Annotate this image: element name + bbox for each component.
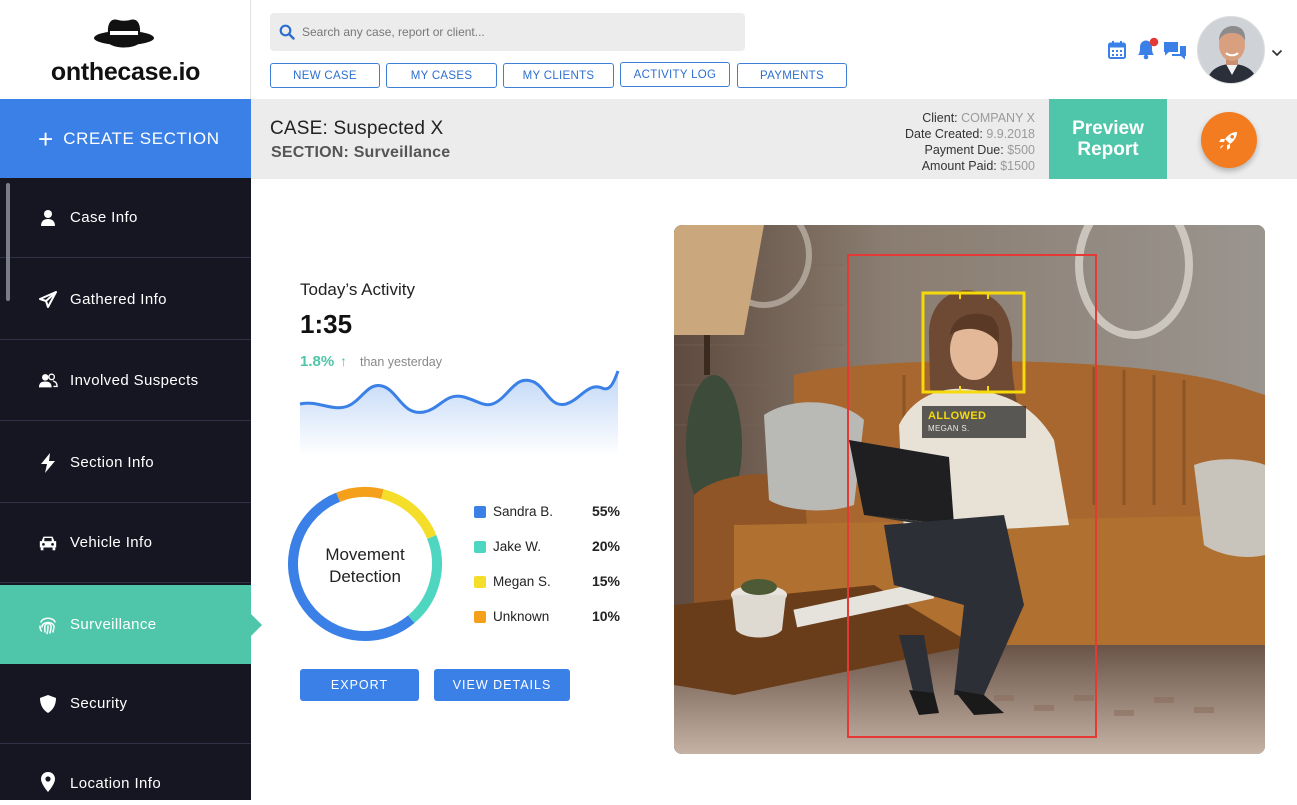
search-bar[interactable]	[270, 13, 745, 51]
sidebar-scrollbar[interactable]	[6, 183, 10, 301]
search-input[interactable]	[302, 21, 722, 43]
activity-title: Today’s Activity	[300, 280, 415, 299]
my-clients-button[interactable]: MY CLIENTS	[503, 63, 614, 88]
detection-status: ALLOWED	[928, 410, 987, 422]
sidebar-item-security[interactable]: Security	[0, 664, 251, 744]
view-details-button[interactable]: VIEW DETAILS	[434, 669, 570, 701]
legend-item: Jake W. 20%	[474, 537, 624, 557]
legend-swatch	[474, 506, 486, 518]
paper-plane-icon	[38, 290, 58, 310]
section-title: SECTION: Surveillance	[271, 144, 451, 161]
create-section-button[interactable]: + CREATE SECTION	[0, 99, 251, 178]
car-icon	[38, 533, 58, 553]
fingerprint-icon	[38, 615, 58, 635]
new-case-button[interactable]: NEW CASE	[270, 63, 380, 88]
detective-hat-icon	[94, 19, 154, 48]
case-meta: Client: COMPANY X Date Created: 9.9.2018…	[905, 110, 1035, 174]
legend-item: Sandra B. 55%	[474, 502, 624, 522]
meta-date-created: Date Created: 9.9.2018	[905, 127, 1035, 141]
donut-segment-unknown	[336, 487, 384, 502]
meta-amount-paid: Amount Paid: $1500	[921, 159, 1035, 173]
export-button[interactable]: EXPORT	[300, 669, 419, 701]
profile-photo	[1198, 17, 1264, 83]
launch-button[interactable]	[1201, 112, 1257, 168]
sidebar-item-location-info[interactable]: Location Info	[0, 745, 251, 805]
avatar[interactable]	[1197, 16, 1265, 84]
surveillance-image	[674, 225, 1265, 754]
notification-dot	[1149, 37, 1159, 47]
legend-item: Megan S. 15%	[474, 572, 624, 592]
donut-segment-megan-s	[381, 489, 437, 540]
sidebar-item-case-info[interactable]: Case Info	[0, 178, 251, 258]
legend-swatch	[474, 541, 486, 553]
activity-log-button[interactable]: ACTIVITY LOG	[620, 62, 730, 87]
legend-item: Unknown 10%	[474, 607, 624, 627]
plus-icon: +	[38, 123, 54, 154]
meta-payment-due: Payment Due: $500	[924, 143, 1035, 157]
case-title: CASE: Suspected X	[270, 118, 444, 139]
map-pin-icon	[38, 772, 58, 792]
meta-client: Client: COMPANY X	[922, 111, 1035, 125]
my-cases-button[interactable]: MY CASES	[386, 63, 497, 88]
activity-time: 1:35	[300, 309, 353, 339]
sidebar-item-involved-suspects[interactable]: Involved Suspects	[0, 341, 251, 421]
sidebar-item-vehicle-info[interactable]: Vehicle Info	[0, 503, 251, 583]
bell-icon[interactable]	[1134, 36, 1160, 62]
legend-swatch	[474, 611, 486, 623]
bolt-icon	[38, 452, 58, 473]
surveillance-feed[interactable]	[674, 225, 1265, 754]
detection-person: MEGAN S.	[928, 424, 970, 433]
donut-center-label: Movement Detection	[325, 545, 405, 586]
logo[interactable]: onthecase.io	[0, 0, 251, 99]
users-icon	[38, 371, 58, 391]
chevron-down-icon[interactable]	[1271, 48, 1283, 58]
shield-icon	[38, 694, 58, 714]
chat-icon[interactable]	[1163, 40, 1187, 62]
legend-swatch	[474, 576, 486, 588]
brand-name: onthecase.io	[50, 58, 201, 86]
detection-tag: ALLOWED MEGAN S.	[922, 406, 1026, 438]
sidebar-item-gathered-info[interactable]: Gathered Info	[0, 260, 251, 340]
activity-sparkline	[299, 370, 620, 456]
calendar-icon[interactable]	[1107, 40, 1127, 60]
user-icon	[38, 208, 58, 228]
sidebar-item-surveillance[interactable]: Surveillance	[0, 585, 262, 664]
payments-button[interactable]: PAYMENTS	[737, 63, 847, 88]
sidebar-item-section-info[interactable]: Section Info	[0, 423, 251, 503]
rocket-icon	[1219, 132, 1237, 150]
preview-report-button[interactable]: Preview Report	[1049, 99, 1167, 179]
search-icon	[279, 24, 295, 40]
sidebar: Case Info Gathered Info Involved Suspect…	[0, 178, 262, 800]
